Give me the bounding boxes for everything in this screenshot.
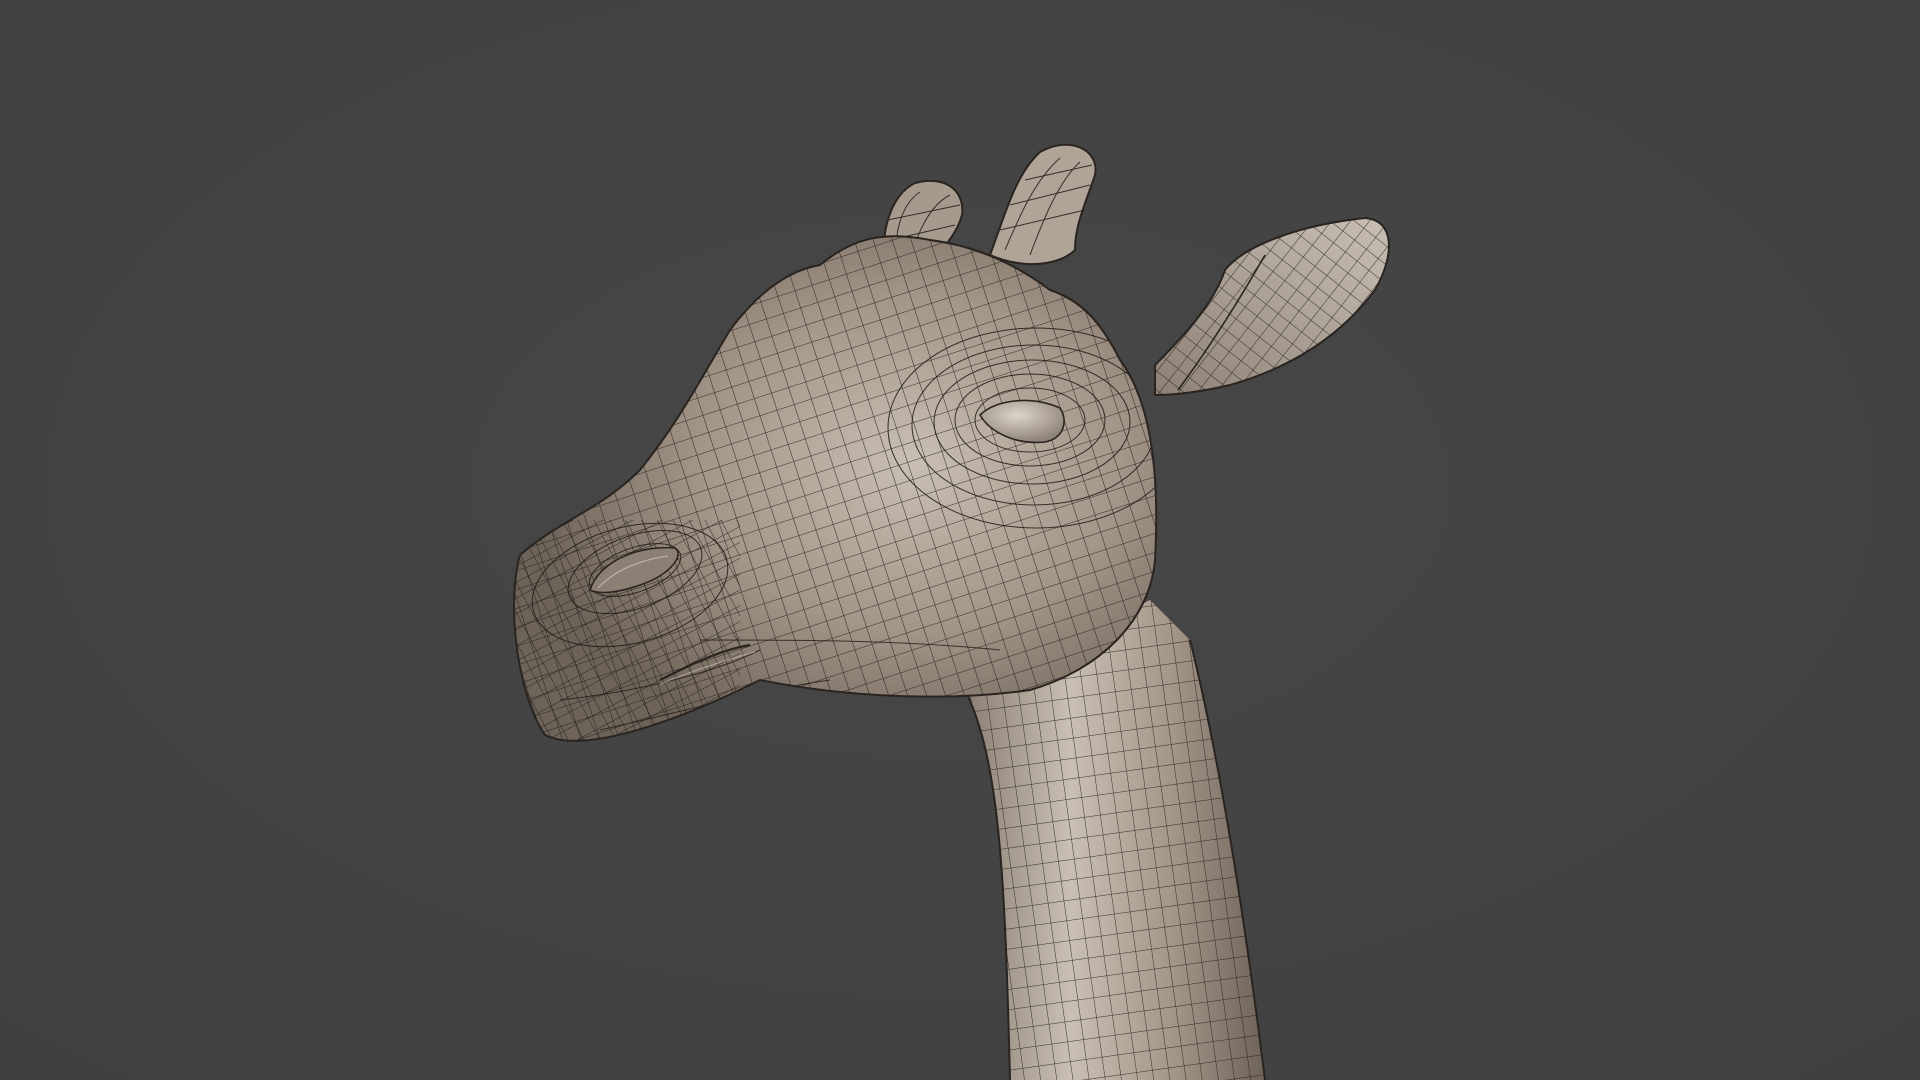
3d-viewport[interactable]	[0, 0, 1920, 1080]
viewport-canvas	[0, 0, 1920, 1080]
